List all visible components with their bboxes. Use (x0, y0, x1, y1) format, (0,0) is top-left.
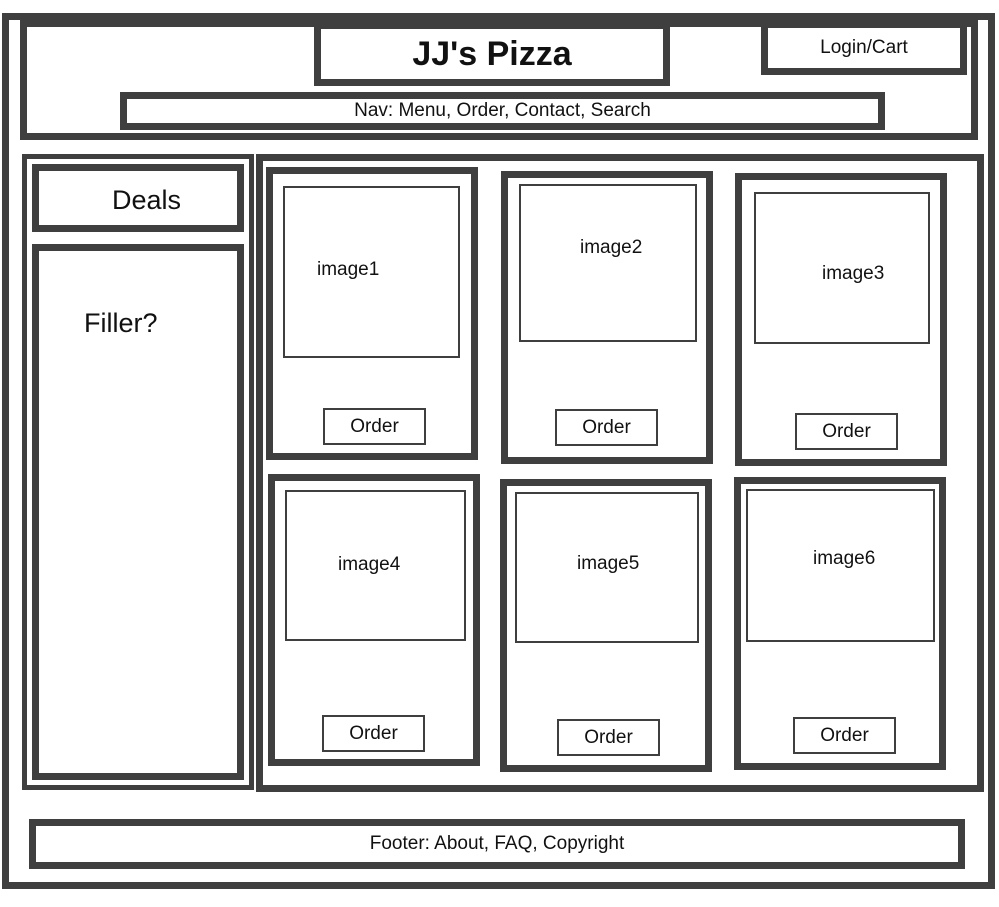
product-image-label-2: image2 (580, 237, 643, 258)
site-title: JJ's Pizza (314, 22, 670, 86)
order-button-label: Order (822, 420, 871, 442)
product-card-1: image1 Order (266, 167, 478, 460)
product-card-3: image3 Order (735, 173, 947, 466)
deals-button[interactable]: Deals (32, 164, 244, 232)
site-title-text: JJ's Pizza (412, 34, 572, 73)
nav-bar[interactable]: Nav: Menu, Order, Contact, Search (120, 92, 885, 130)
order-button-6[interactable]: Order (793, 717, 896, 754)
order-button-4[interactable]: Order (322, 715, 425, 752)
login-cart-label: Login/Cart (820, 37, 908, 58)
order-button-label: Order (820, 724, 869, 746)
product-image-label-3: image3 (822, 263, 885, 284)
deals-label: Deals (112, 185, 182, 215)
filler-panel: Filler? (32, 244, 244, 780)
login-cart-button[interactable]: Login/Cart (761, 21, 967, 75)
product-card-5: image5 Order (500, 479, 712, 772)
product-image-2 (519, 184, 697, 342)
nav-bar-label: Nav: Menu, Order, Contact, Search (354, 100, 651, 121)
footer-text: Footer: About, FAQ, Copyright (369, 833, 625, 854)
product-image-label-5: image5 (577, 553, 640, 574)
order-button-1[interactable]: Order (323, 408, 426, 445)
order-button-5[interactable]: Order (557, 719, 660, 756)
filler-label: Filler? (84, 308, 158, 338)
order-button-label: Order (349, 722, 398, 744)
order-button-2[interactable]: Order (555, 409, 658, 446)
product-card-6: image6 Order (734, 477, 946, 770)
product-image-label-6: image6 (813, 548, 876, 569)
order-button-label: Order (350, 415, 399, 437)
order-button-label: Order (584, 726, 633, 748)
product-image-label-1: image1 (317, 259, 380, 280)
footer: Footer: About, FAQ, Copyright (29, 819, 965, 869)
product-image-label-4: image4 (338, 554, 401, 575)
order-button-3[interactable]: Order (795, 413, 898, 450)
product-card-4: image4 Order (268, 474, 480, 766)
order-button-label: Order (582, 416, 631, 438)
product-card-2: image2 Order (501, 171, 713, 464)
